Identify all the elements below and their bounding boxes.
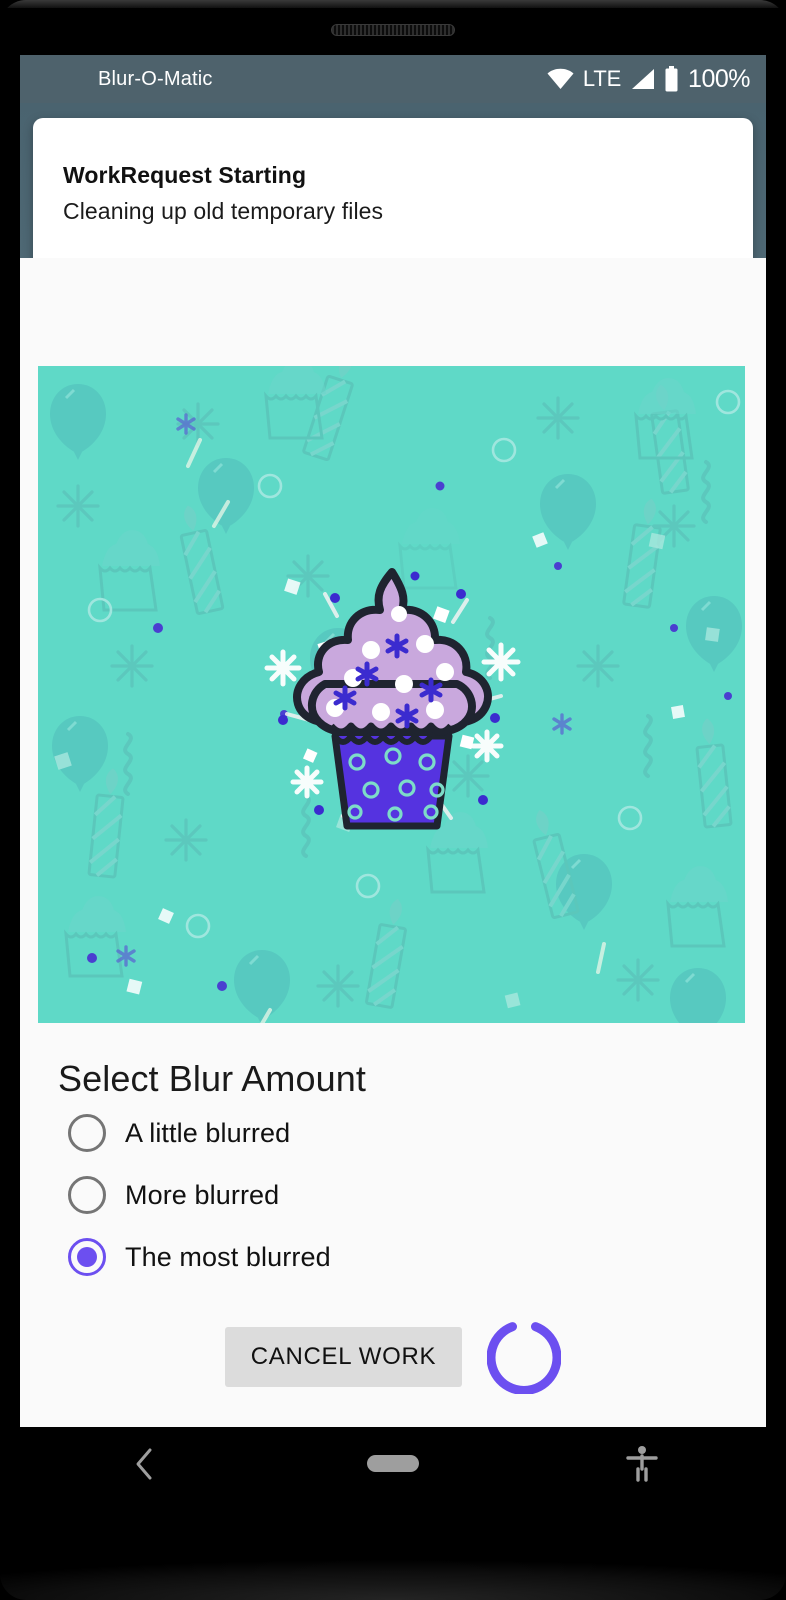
navigation-bar xyxy=(20,1427,766,1500)
radio-icon[interactable] xyxy=(68,1176,106,1214)
battery-icon xyxy=(665,66,678,92)
status-icons: LTE 100% xyxy=(547,65,750,94)
radio-icon[interactable] xyxy=(68,1114,106,1152)
app-title: Blur-O-Matic xyxy=(98,67,213,90)
radio-option-the-most-blurred[interactable]: The most blurred xyxy=(20,1228,766,1286)
radio-option-more-blurred[interactable]: More blurred xyxy=(20,1166,766,1224)
radio-label: More blurred xyxy=(125,1179,280,1210)
progress-spinner xyxy=(487,1322,562,1394)
network-label: LTE xyxy=(582,66,622,91)
phone-screen: Blur-O-Matic LTE 100% WorkRequest Starti… xyxy=(20,55,766,1427)
cupcake-image xyxy=(38,366,745,1023)
toast-message: Cleaning up old temporary files xyxy=(63,198,384,224)
accessibility-icon[interactable] xyxy=(625,1445,659,1483)
action-row: CANCEL WORK xyxy=(20,1320,766,1394)
phone-device: Blur-O-Matic LTE 100% WorkRequest Starti… xyxy=(0,0,786,1600)
battery-percent: 100% xyxy=(688,64,750,93)
back-chevron-icon[interactable] xyxy=(133,1447,155,1481)
status-bar: Blur-O-Matic LTE 100% xyxy=(20,55,766,103)
top-bezel xyxy=(0,0,786,8)
page-title: Select Blur Amount xyxy=(58,1058,366,1099)
home-pill-icon[interactable] xyxy=(367,1455,419,1472)
cancel-work-button[interactable]: CANCEL WORK xyxy=(224,1327,463,1387)
work-request-toast: WorkRequest Starting Cleaning up old tem… xyxy=(33,118,753,273)
toast-title: WorkRequest Starting xyxy=(63,162,307,188)
signal-bars-icon xyxy=(632,69,655,89)
bottom-bezel xyxy=(0,1548,786,1600)
blur-amount-section: Select Blur Amount A little blurred More… xyxy=(20,1058,766,1286)
nav-accessibility-button[interactable] xyxy=(517,1445,766,1483)
nav-back-button[interactable] xyxy=(20,1447,269,1481)
radio-icon-selected[interactable] xyxy=(68,1238,106,1276)
nav-home-button[interactable] xyxy=(269,1455,518,1472)
radio-label: A little blurred xyxy=(125,1117,291,1148)
content-area: Select Blur Amount A little blurred More… xyxy=(20,258,766,1427)
wifi-icon xyxy=(547,68,574,89)
cupcake-illustration xyxy=(247,550,537,840)
radio-dot xyxy=(77,1247,97,1267)
radio-label: The most blurred xyxy=(125,1241,331,1272)
radio-option-a-little-blurred[interactable]: A little blurred xyxy=(20,1104,766,1162)
speaker-grille-icon xyxy=(331,24,455,36)
